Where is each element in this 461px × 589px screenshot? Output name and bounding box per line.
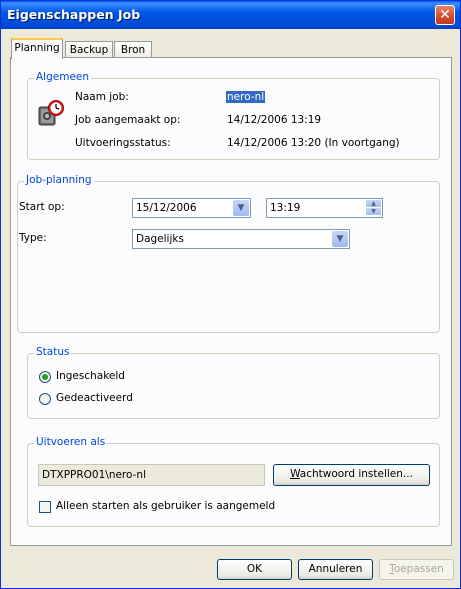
group-algemeen-label: Algemeen [34,71,92,83]
type-dropdown[interactable]: Dagelijks ▼ [132,229,350,249]
apply-button[interactable]: Toepassen [379,559,454,580]
group-job-planning: Job-planning Start op: 15/12/2006 ▼ 13:1… [17,174,440,333]
cancel-button[interactable]: Annuleren [298,559,373,580]
group-job-planning-label: Job-planning [24,174,94,186]
spin-up-icon[interactable]: ▲ [366,200,381,208]
scheduled-job-clock-icon [36,99,66,129]
start-date-value: 15/12/2006 [136,202,197,214]
set-password-mnemonic: W [290,468,300,480]
chevron-down-icon[interactable]: ▼ [332,231,348,247]
group-status: Status Ingeschakeld Gedeactiveerd [27,346,440,419]
start-time-value: 13:19 [270,202,301,214]
start-time-spinner[interactable]: 13:19 ▲ ▼ [266,198,383,218]
type-value: Dagelijks [136,233,184,245]
ok-button[interactable]: OK [217,559,292,580]
close-button[interactable]: ✕ [435,5,455,25]
apply-label: oepassen [393,563,444,575]
start-op-label: Start op: [19,201,65,213]
uitvoeringsstatus-label: Uitvoeringsstatus: [75,137,171,149]
properties-window: Eigenschappen Job ✕ Planning Backup Bron… [0,0,461,589]
tab-planning[interactable]: Planning [11,38,63,59]
run-as-account-value: DTXPPRO01\nero-nl [42,469,146,481]
title-bar[interactable]: Eigenschappen Job ✕ [1,1,460,29]
only-when-logged-on-label[interactable]: Alleen starten als gebruiker is aangemel… [56,500,275,512]
radio-ingeschakeld[interactable] [39,371,51,383]
group-algemeen: Algemeen Naam job: nero-nl Job aangemaak… [27,71,440,160]
window-title: Eigenschappen Job [7,7,141,22]
ingeschakeld-label[interactable]: Ingeschakeld [56,370,125,382]
group-status-label: Status [34,346,72,358]
group-uitvoeren-als: Uitvoeren als DTXPPRO01\nero-nl Wachtwoo… [27,436,440,527]
tab-panel-planning: Algemeen Naam job: nero-nl Job aangemaak… [10,57,452,546]
only-when-logged-on-checkbox[interactable] [39,501,51,513]
start-date-picker[interactable]: 15/12/2006 ▼ [132,198,251,218]
group-uitvoeren-als-label: Uitvoeren als [34,436,108,448]
radio-gedeactiveerd[interactable] [39,393,51,405]
set-password-button[interactable]: Wachtwoord instellen... [273,464,430,486]
naam-job-label: Naam job: [75,91,129,103]
time-spin-buttons[interactable]: ▲ ▼ [366,200,381,216]
radio-selected-dot [42,374,48,380]
chevron-down-icon[interactable]: ▼ [233,200,249,216]
naam-job-value[interactable]: nero-nl [226,91,266,103]
aangemaakt-value: 14/12/2006 13:19 [227,114,322,126]
aangemaakt-label: Job aangemaakt op: [75,114,181,126]
set-password-label: achtwoord instellen... [299,468,413,480]
spin-down-icon[interactable]: ▼ [366,208,381,216]
run-as-account-field: DTXPPRO01\nero-nl [38,464,265,486]
uitvoeringsstatus-value: 14/12/2006 13:20 (In voortgang) [227,137,400,149]
type-label: Type: [19,232,47,244]
gedeactiveerd-label[interactable]: Gedeactiveerd [56,392,133,404]
